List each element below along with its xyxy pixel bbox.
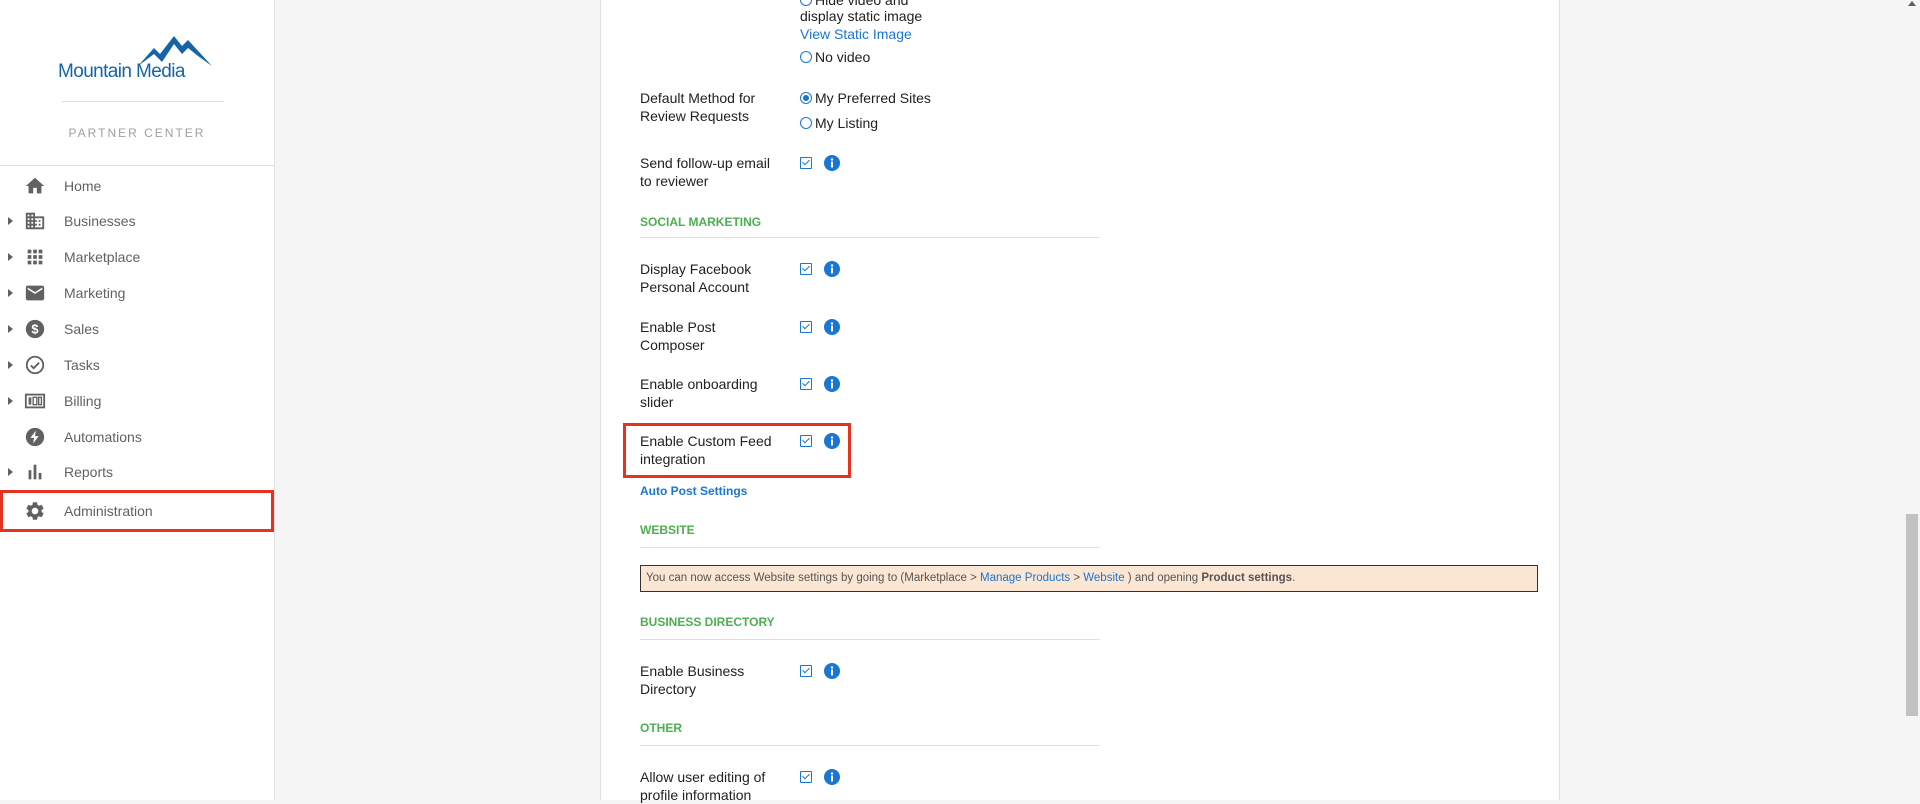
- setting-label: Enable onboarding slider: [640, 376, 758, 410]
- highlight-box: [623, 423, 851, 478]
- radio-label: Hide video and: [815, 0, 909, 8]
- info-icon[interactable]: [824, 376, 840, 392]
- radio-label: No video: [815, 49, 871, 65]
- check-circle-icon: [25, 355, 45, 375]
- bar-chart-icon: [28, 464, 42, 480]
- info-icon[interactable]: [824, 261, 840, 277]
- sidebar-item-businesses[interactable]: Businesses: [0, 203, 274, 239]
- radio-label: My Preferred Sites: [815, 90, 931, 106]
- logo-divider: [62, 101, 224, 102]
- expand-caret-icon[interactable]: [8, 361, 13, 369]
- post-composer-checkbox[interactable]: [800, 321, 812, 333]
- expand-caret-icon[interactable]: [8, 253, 13, 261]
- svg-text:$: $: [31, 322, 38, 337]
- expand-caret-icon[interactable]: [8, 217, 13, 225]
- expand-caret-icon[interactable]: [8, 289, 13, 297]
- radio-button[interactable]: [800, 51, 812, 63]
- profile-editing-checkbox[interactable]: [800, 771, 812, 783]
- section-title-social-marketing: SOCIAL MARKETING: [640, 215, 762, 229]
- sidebar-item-label: Marketing: [64, 285, 126, 301]
- sidebar-item-tasks[interactable]: Tasks: [0, 347, 274, 383]
- radio-option-hide-video[interactable]: Hide video and: [800, 0, 908, 8]
- expand-caret-icon[interactable]: [8, 468, 13, 476]
- grid-icon: [27, 249, 43, 265]
- setting-label: Display Facebook Personal Account: [640, 261, 752, 295]
- radio-button[interactable]: [800, 117, 812, 129]
- sidebar-item-label: Reports: [64, 464, 114, 480]
- setting-label: Enable Business Directory: [640, 663, 745, 697]
- auto-post-settings-link[interactable]: Auto Post Settings: [640, 484, 747, 498]
- sidebar-item-label: Sales: [64, 321, 100, 337]
- follow-up-email-checkbox[interactable]: [800, 157, 812, 169]
- review-method-label: Default Method for Review Requests: [640, 90, 756, 124]
- scroll-up-arrow-icon[interactable]: [1908, 1, 1916, 6]
- radio-option-my-listing[interactable]: My Listing: [800, 114, 878, 132]
- sidebar-item-home[interactable]: Home: [0, 168, 274, 204]
- section-divider: [640, 547, 1100, 548]
- manage-products-link[interactable]: Manage Products: [980, 572, 1070, 584]
- website-notice-banner: You can now access Website settings by g…: [640, 565, 1538, 592]
- sidebar-divider: [0, 165, 274, 166]
- section-divider: [640, 237, 1100, 238]
- notice-separator: >: [1070, 572, 1084, 584]
- info-icon[interactable]: [824, 319, 840, 335]
- info-icon[interactable]: [824, 663, 840, 679]
- sidebar-item-label: Automations: [64, 429, 142, 445]
- sidebar: Mountain Media PARTNER CENTER Home Busin…: [0, 0, 275, 800]
- section-title-other: OTHER: [640, 721, 682, 735]
- notice-bold-text: Product settings: [1201, 572, 1293, 584]
- sidebar-item-label: Billing: [64, 393, 102, 409]
- radio-button-selected[interactable]: [800, 92, 812, 104]
- section-title-website: WEBSITE: [640, 523, 695, 537]
- radio-option-no-video[interactable]: No video: [800, 49, 870, 65]
- sidebar-item-label: Businesses: [64, 213, 136, 229]
- mail-icon: [25, 285, 45, 301]
- onboarding-slider-checkbox[interactable]: [800, 378, 812, 390]
- sidebar-item-marketing[interactable]: Marketing: [0, 275, 274, 311]
- radio-label-continued: display static image: [800, 8, 923, 24]
- notice-text: ) and opening: [1124, 572, 1202, 584]
- sidebar-item-billing[interactable]: Billing: [0, 383, 274, 419]
- radio-label: My Listing: [815, 115, 879, 131]
- building-icon: [25, 212, 45, 230]
- notice-text: You can now access Website settings by g…: [646, 572, 981, 584]
- setting-label: Allow user editing of profile informatio…: [640, 769, 766, 803]
- view-static-image-link[interactable]: View Static Image: [800, 26, 912, 42]
- sidebar-item-label: Tasks: [64, 357, 100, 373]
- info-icon[interactable]: [824, 155, 840, 171]
- link-text[interactable]: View Static Image: [800, 26, 912, 42]
- notice-text: .: [1292, 572, 1296, 584]
- sidebar-item-sales[interactable]: $ Sales: [0, 311, 274, 347]
- brand-logo[interactable]: Mountain Media: [58, 34, 218, 84]
- business-directory-checkbox[interactable]: [800, 665, 812, 677]
- expand-caret-icon[interactable]: [8, 325, 13, 333]
- setting-label: Enable Post Composer: [640, 319, 716, 353]
- sidebar-item-automations[interactable]: Automations: [0, 419, 274, 455]
- section-title-business-directory: BUSINESS DIRECTORY: [640, 615, 775, 629]
- sidebar-item-label: Administration: [64, 503, 153, 519]
- partner-center-label: PARTNER CENTER: [68, 126, 206, 140]
- sidebar-item-label: Marketplace: [64, 249, 141, 265]
- scrollbar-thumb[interactable]: [1906, 514, 1918, 716]
- website-link[interactable]: Website: [1083, 572, 1124, 584]
- dollar-icon: $: [25, 319, 45, 339]
- radio-button[interactable]: [800, 0, 812, 6]
- follow-up-email-label: Send follow-up email to reviewer: [640, 155, 770, 189]
- radio-option-preferred-sites[interactable]: My Preferred Sites: [800, 89, 931, 107]
- info-icon[interactable]: [824, 769, 840, 785]
- facebook-personal-checkbox[interactable]: [800, 263, 812, 275]
- home-icon: [25, 177, 45, 194]
- sidebar-item-reports[interactable]: Reports: [0, 454, 274, 490]
- gear-icon: [26, 502, 44, 520]
- expand-caret-icon[interactable]: [8, 397, 13, 405]
- section-divider: [640, 745, 1100, 746]
- sidebar-item-administration[interactable]: Administration: [0, 490, 274, 532]
- radio-option-hide-video-line2: display static image: [800, 8, 922, 24]
- section-divider: [640, 639, 1100, 640]
- sidebar-item-marketplace[interactable]: Marketplace: [0, 239, 274, 275]
- logo-text: Mountain Media: [58, 61, 185, 82]
- bolt-icon: [25, 427, 45, 447]
- billing-icon: [24, 393, 46, 409]
- sidebar-item-label: Home: [64, 178, 102, 194]
